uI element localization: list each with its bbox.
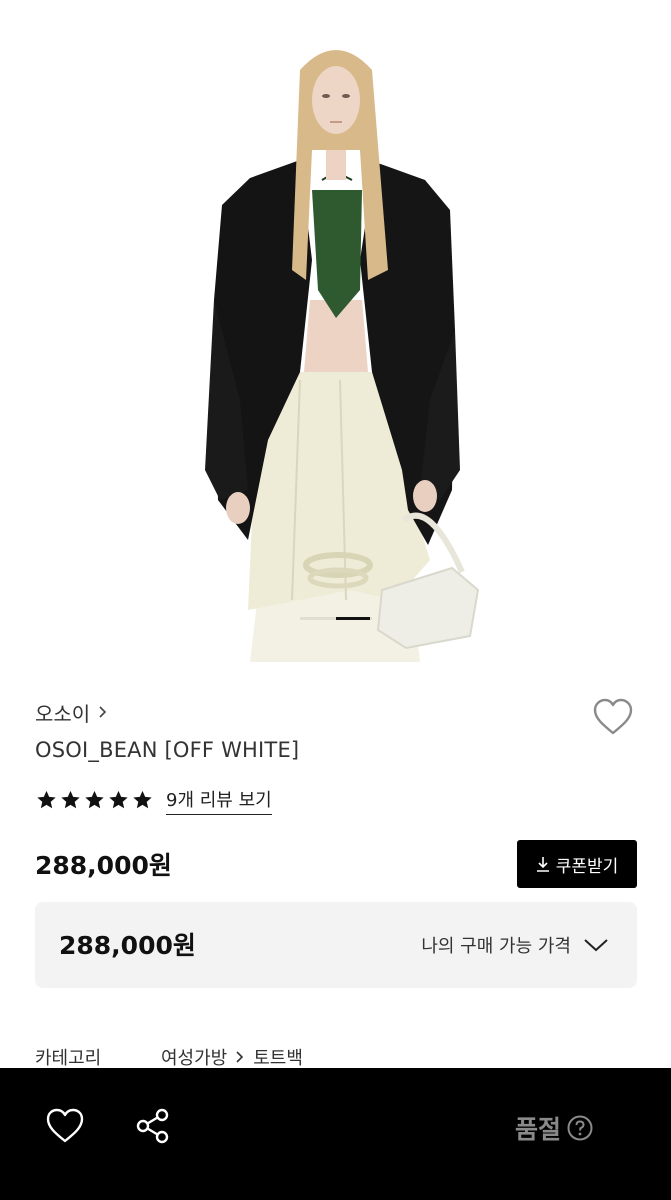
star-icon xyxy=(133,790,152,809)
brand-link[interactable]: 오소이 xyxy=(35,698,108,726)
soldout-status: 품절 xyxy=(515,1110,593,1146)
category-label: 카테고리 xyxy=(35,1048,102,1069)
share-icon[interactable] xyxy=(133,1107,173,1145)
chevron-down-icon xyxy=(584,939,608,952)
my-price-value: 288,000원 xyxy=(59,931,196,960)
breadcrumb-item[interactable]: 토트백 xyxy=(253,1044,303,1070)
star-icon xyxy=(61,790,80,809)
chevron-right-icon xyxy=(99,706,107,718)
rating-stars xyxy=(35,789,154,811)
soldout-label: 품절 xyxy=(515,1115,562,1144)
wishlist-button[interactable] xyxy=(590,696,636,738)
breadcrumb-item[interactable]: 여성가방 xyxy=(161,1044,227,1070)
rating-row: 9개 리뷰 보기 xyxy=(35,786,272,815)
star-icon xyxy=(37,790,56,809)
help-icon[interactable] xyxy=(567,1115,593,1141)
chevron-right-icon xyxy=(236,1051,244,1063)
star-icon xyxy=(109,790,128,809)
product-name: OSOI_BEAN [OFF WHITE] xyxy=(35,738,300,762)
coupon-button-label: 쿠폰받기 xyxy=(555,856,619,877)
product-price: 288,000원 xyxy=(35,851,172,880)
carousel-indicator xyxy=(300,617,372,620)
category-breadcrumb: 여성가방 토트백 xyxy=(161,1044,303,1070)
model-photo xyxy=(0,0,671,662)
carousel-active-dot xyxy=(336,617,370,620)
heart-icon xyxy=(593,698,633,735)
category-row: 카테고리 여성가방 토트백 xyxy=(35,1044,303,1070)
my-price-dropdown[interactable]: 288,000원 나의 구매 가능 가격 xyxy=(35,902,637,988)
review-link[interactable]: 9개 리뷰 보기 xyxy=(166,786,272,815)
my-price-label: 나의 구매 가능 가격 xyxy=(421,936,571,957)
coupon-button[interactable]: 쿠폰받기 xyxy=(517,840,637,888)
download-icon xyxy=(536,857,549,872)
product-detail-page: 오소이 OSOI_BEAN [OFF WHITE] 9개 리뷰 보기 288,0… xyxy=(0,0,671,1200)
brand-name: 오소이 xyxy=(35,701,91,726)
product-image[interactable] xyxy=(0,0,671,662)
heart-icon[interactable] xyxy=(45,1107,85,1145)
star-icon xyxy=(85,790,104,809)
